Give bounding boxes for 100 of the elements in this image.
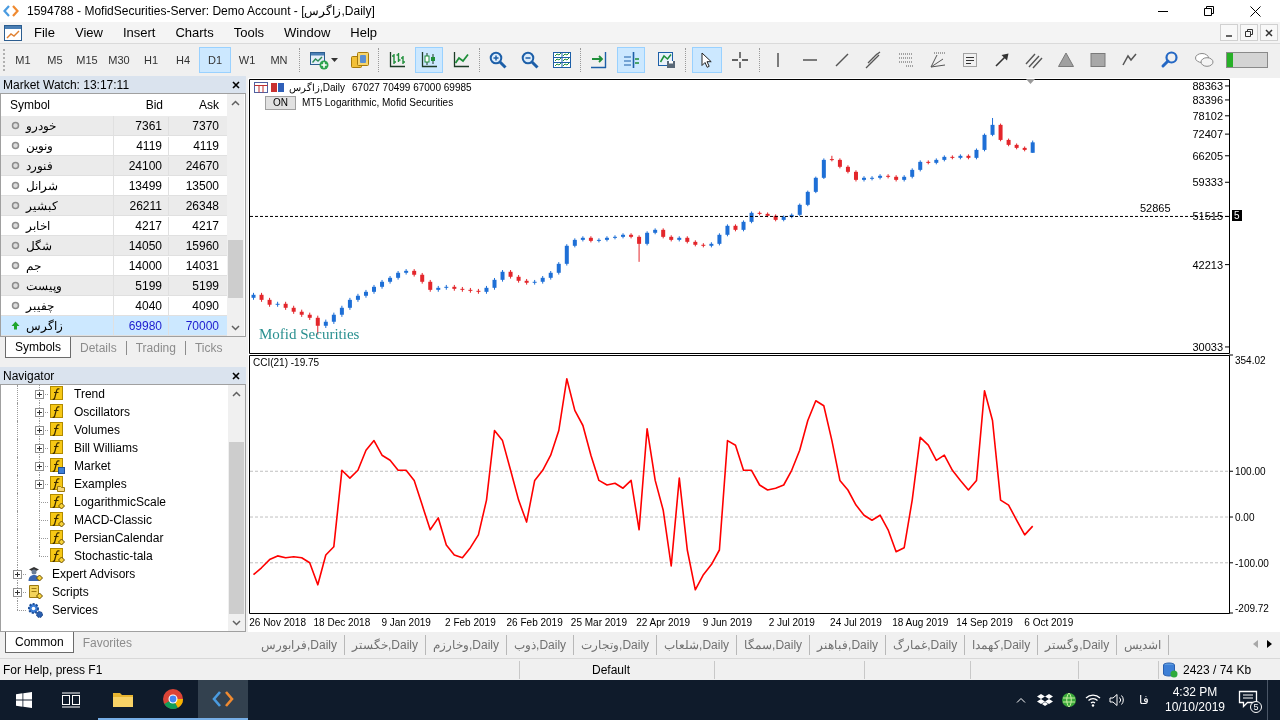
candle — [637, 234, 642, 263]
tree-item[interactable]: LogarithmicScale — [74, 493, 167, 511]
column-header[interactable]: Bid — [114, 96, 169, 114]
symbol-cell-text: وپیست — [26, 277, 62, 295]
timeframe-button[interactable]: M5 — [39, 47, 71, 73]
tree-item[interactable]: Market — [74, 457, 111, 475]
candle — [548, 270, 553, 281]
column-header[interactable]: Symbol — [1, 96, 114, 114]
chart-tab[interactable]: فباهنر,Daily — [810, 635, 887, 655]
bid-cell: 69980 — [114, 316, 169, 335]
scrollbar-thumb[interactable] — [228, 240, 243, 298]
expand-icon[interactable] — [34, 389, 44, 399]
candle — [757, 210, 762, 216]
ask-cell-text: 7370 — [191, 117, 220, 135]
scrollbar-thumb[interactable] — [229, 442, 244, 614]
timeframe-button[interactable]: W1 — [231, 47, 263, 73]
on-button[interactable]: ON — [265, 96, 296, 110]
timeframe-button[interactable]: MN — [263, 47, 295, 73]
clock-date[interactable]: 10/10/2019 — [1164, 700, 1226, 715]
tree-item[interactable]: Services — [52, 601, 98, 619]
speaker-icon[interactable] — [1109, 693, 1125, 707]
bid-cell: 13499 — [114, 176, 169, 195]
tree-item[interactable]: Expert Advisors — [52, 565, 136, 583]
timeframe-button[interactable]: M1 — [7, 47, 39, 73]
panel-title: Market Watch: 13:17:11 — [3, 78, 130, 91]
timeframe-button[interactable]: D1 — [199, 47, 231, 73]
wifi-icon[interactable] — [1085, 693, 1101, 707]
bid-cell: 14000 — [114, 256, 169, 275]
menu-item[interactable]: Tools — [223, 22, 275, 43]
tree-item[interactable]: Trend — [74, 385, 105, 403]
candle — [251, 292, 256, 301]
expand-icon[interactable] — [12, 587, 22, 597]
expand-icon[interactable] — [12, 569, 22, 579]
scale-label: 354.02 — [1235, 355, 1266, 366]
globe-icon[interactable] — [1061, 692, 1077, 708]
timeframe-button[interactable]: M30 — [103, 47, 135, 73]
shift-marker-icon[interactable] — [1026, 79, 1035, 84]
tree-item[interactable]: Bill Williams — [74, 439, 138, 457]
chart-tab[interactable]: ذوب,Daily — [507, 635, 575, 655]
child-minimize-button[interactable] — [1220, 24, 1238, 41]
tree-item[interactable]: Stochastic-tala — [74, 547, 153, 565]
column-header[interactable]: Ask — [169, 96, 225, 114]
expand-icon[interactable] — [34, 425, 44, 435]
clock-time[interactable]: 4:32 PM — [1172, 685, 1218, 700]
scroll-right-icon[interactable] — [1267, 640, 1272, 648]
chart-tab[interactable]: کهمدا,Daily — [965, 635, 1039, 655]
tree-item[interactable]: Examples — [74, 475, 127, 493]
timeframe-button[interactable]: M15 — [71, 47, 103, 73]
chart-tab[interactable]: وخارزم,Daily — [426, 635, 508, 655]
menu-item[interactable]: Help — [340, 22, 388, 43]
child-restore-button[interactable] — [1240, 24, 1258, 41]
timeframe-button[interactable]: H4 — [167, 47, 199, 73]
tree-item[interactable]: Oscillators — [74, 403, 130, 421]
candle — [1022, 145, 1027, 152]
candle — [894, 174, 899, 182]
tree-item[interactable]: MACD-Classic — [74, 511, 152, 529]
timeframe-button[interactable]: H1 — [135, 47, 167, 73]
candle — [693, 239, 698, 247]
chart-tab[interactable]: خگستر,Daily — [345, 635, 427, 655]
message-icon[interactable] — [1238, 690, 1258, 708]
chart-tab[interactable]: وگستر,Daily — [1038, 635, 1118, 655]
expand-icon[interactable] — [34, 479, 44, 489]
chart-tab[interactable]: وتجارت,Daily — [574, 635, 658, 655]
chart-shift-button[interactable] — [617, 47, 645, 73]
panel-tab[interactable]: Common — [5, 632, 74, 653]
candlestick-button[interactable] — [415, 47, 443, 73]
scroll-up-icon[interactable] — [231, 99, 240, 106]
candlestick-icon — [419, 50, 439, 70]
price-label: 66205 — [1192, 149, 1223, 162]
chart-tab[interactable]: اشدیس — [1117, 635, 1170, 655]
traffic-text: 2423 / 74 Kb — [1183, 661, 1252, 679]
menu-item[interactable]: Window — [274, 22, 341, 43]
cursor-button[interactable] — [692, 47, 722, 73]
chart-tab[interactable]: غمارگ,Daily — [886, 635, 966, 655]
chart-tab[interactable]: فرابورس,Daily — [254, 635, 345, 655]
menu-item[interactable]: View — [64, 22, 113, 43]
tree-item[interactable]: PersianCalendar — [74, 529, 164, 547]
menu-item[interactable]: Insert — [112, 22, 166, 43]
menu-item[interactable]: Charts — [165, 22, 224, 43]
candle — [596, 237, 601, 243]
chart-tab[interactable]: سمگا,Daily — [737, 635, 811, 655]
child-close-button[interactable] — [1260, 24, 1278, 41]
scroll-up-icon[interactable] — [232, 390, 241, 397]
expand-icon[interactable] — [34, 407, 44, 417]
expand-icon[interactable] — [34, 443, 44, 453]
language-indicator[interactable]: فا — [1139, 691, 1149, 709]
chart-tab[interactable]: شلعاب,Daily — [657, 635, 738, 655]
expand-icon[interactable] — [34, 461, 44, 471]
tree-item[interactable]: Scripts — [52, 583, 89, 601]
panel-tab[interactable]: Symbols — [5, 337, 71, 358]
scroll-down-icon[interactable] — [232, 619, 241, 626]
diamonds-icon[interactable] — [1037, 693, 1053, 707]
function-window-icon — [49, 458, 65, 474]
date-label: 24 Jul 2019 — [830, 617, 882, 628]
candle — [645, 230, 650, 246]
tree-item[interactable]: Volumes — [74, 421, 121, 439]
candle — [259, 292, 264, 303]
scroll-down-icon[interactable] — [231, 324, 240, 331]
caret-up-icon[interactable] — [1016, 697, 1026, 703]
menu-item[interactable]: File — [24, 22, 65, 43]
